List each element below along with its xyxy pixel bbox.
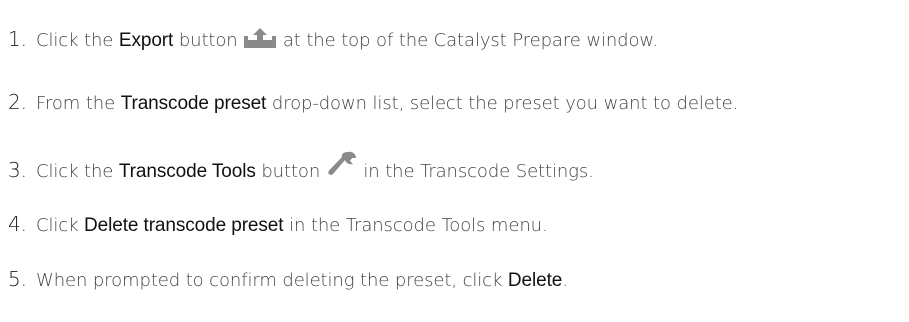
step-text: in the Transcode Tools menu. <box>283 215 548 236</box>
step-text: button <box>173 30 244 51</box>
step-number: 3. <box>8 158 27 182</box>
step-text: . <box>562 270 568 291</box>
step-1: 1. Click the Export button at the top of … <box>8 27 658 56</box>
step-bold-term: Transcode preset <box>120 93 267 114</box>
step-text: Click the <box>36 161 119 182</box>
step-text: drop-down list, select the preset you wa… <box>266 93 739 114</box>
step-bold-term: Transcode Tools <box>118 161 256 182</box>
step-text: Click <box>36 215 85 236</box>
export-upload-icon <box>243 27 277 56</box>
step-text: in the Transcode Settings. <box>357 161 594 182</box>
step-bold-term: Delete transcode preset <box>84 215 284 236</box>
step-text: Click the <box>36 30 119 51</box>
step-number: 2. <box>8 90 27 114</box>
step-number: 4. <box>8 212 27 236</box>
step-bold-term: Delete <box>507 270 563 291</box>
step-2: 2. From the Transcode preset drop-down li… <box>8 90 738 116</box>
step-number: 5. <box>8 267 27 291</box>
step-text: button <box>255 161 326 182</box>
step-text: When prompted to confirm deleting the pr… <box>36 270 508 291</box>
step-text: at the top of the Catalyst Prepare windo… <box>277 30 658 51</box>
step-5: 5. When prompted to confirm deleting the … <box>8 267 568 293</box>
step-text: From the <box>36 93 121 114</box>
step-4: 4. Click Delete transcode preset in the T… <box>8 212 548 238</box>
step-number: 1. <box>8 27 27 51</box>
step-3: 3. Click the Transcode Tools button in th… <box>8 150 594 187</box>
wrench-icon <box>326 150 358 187</box>
step-bold-term: Export <box>118 30 174 51</box>
